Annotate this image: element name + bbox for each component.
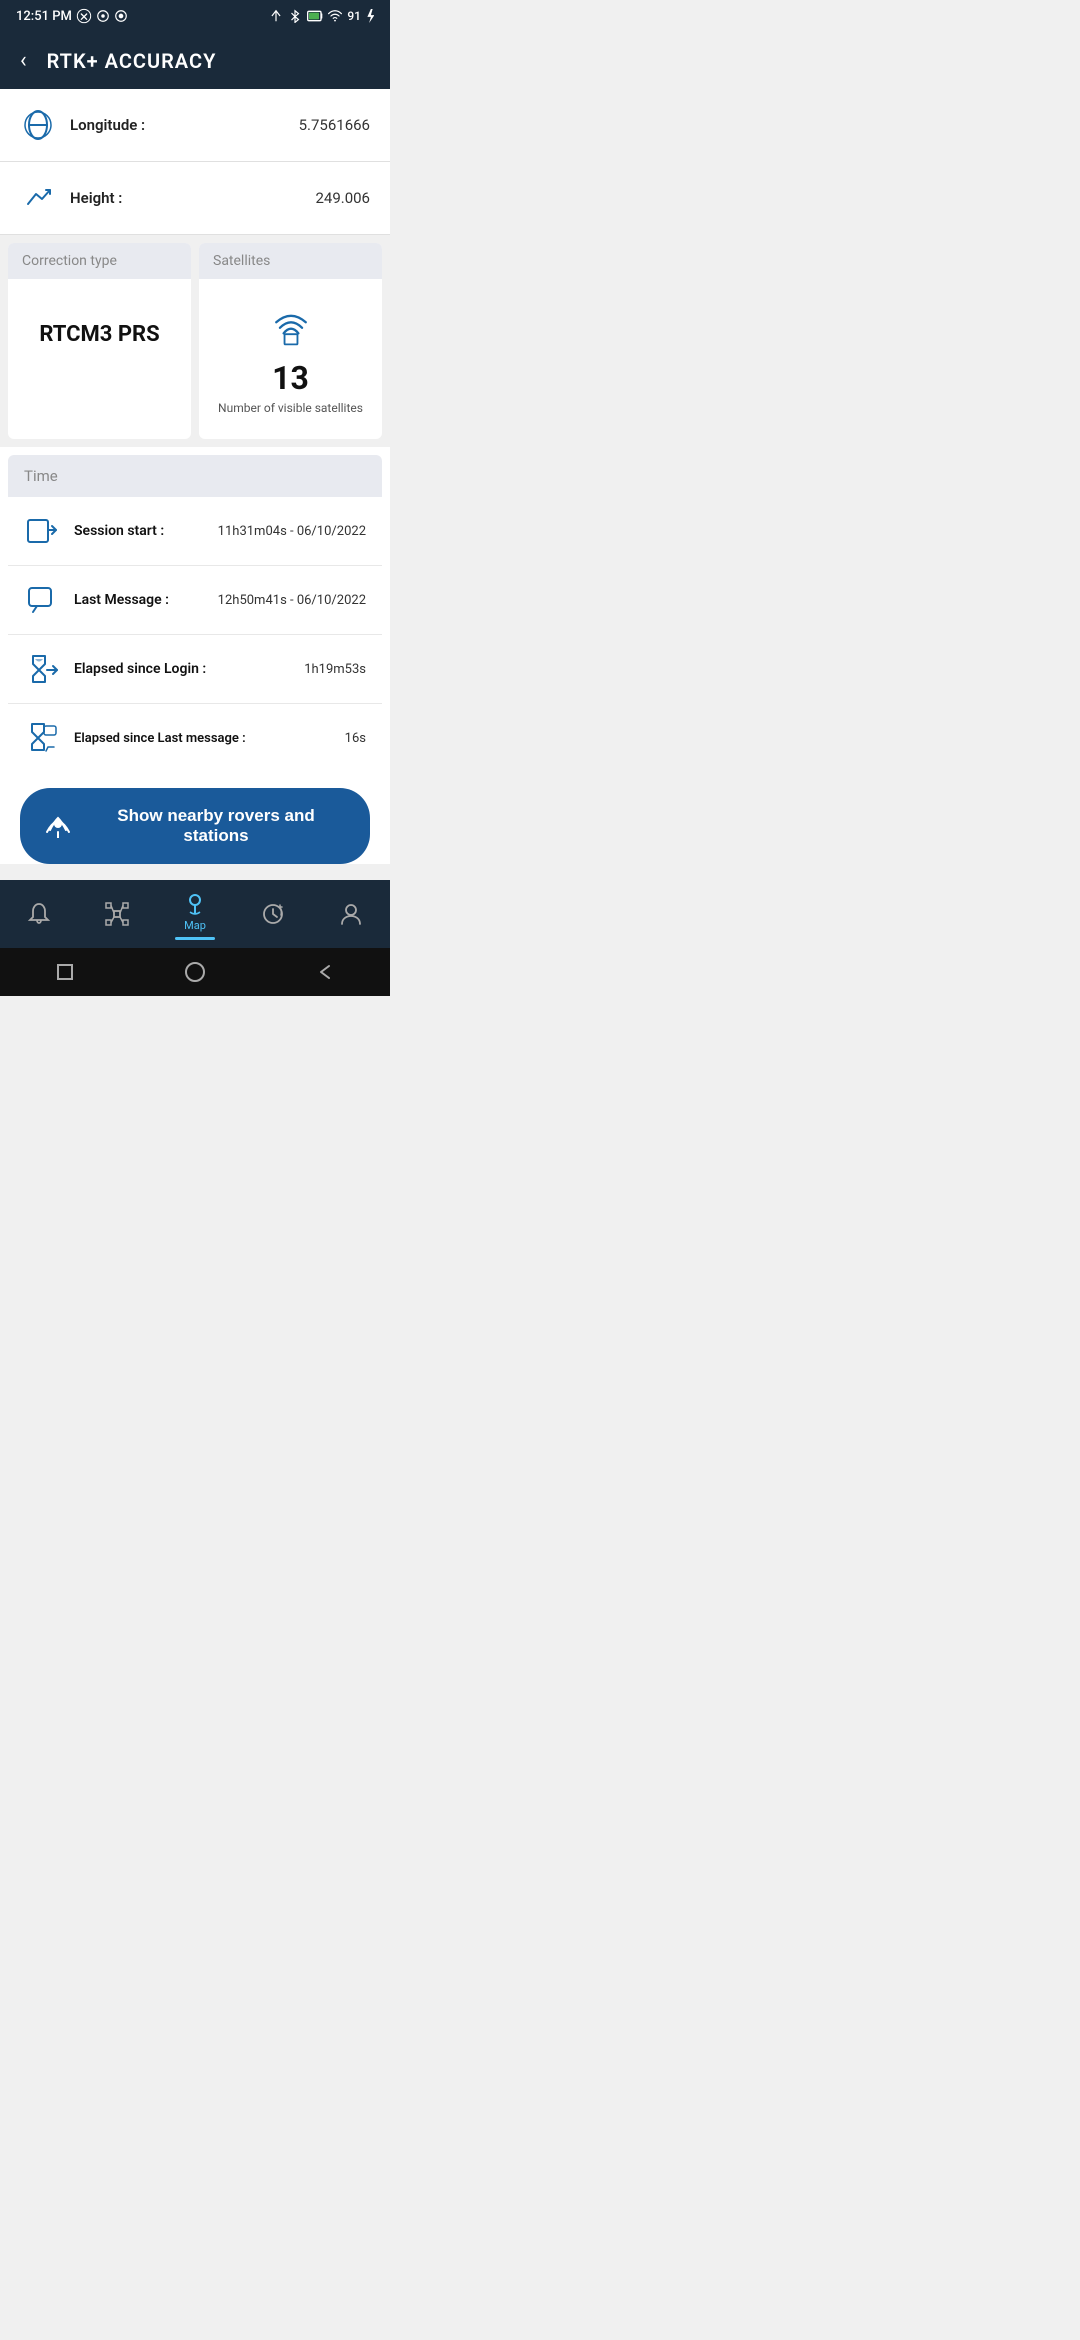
wifi-icon bbox=[328, 9, 342, 23]
height-value: 249.006 bbox=[315, 189, 370, 207]
bluetooth-icon bbox=[288, 9, 302, 23]
status-time: 12:51 PM bbox=[16, 9, 72, 24]
back-button[interactable]: ‹ bbox=[20, 48, 27, 73]
time-section: Time Session start : 11h31m04s - 06/10/2… bbox=[8, 455, 382, 772]
nav-profile[interactable] bbox=[312, 901, 390, 930]
battery-icon bbox=[307, 10, 323, 22]
page-title: RTK+ ACCURACY bbox=[47, 49, 217, 73]
bottom-nav: Map bbox=[0, 880, 390, 948]
show-nearby-icon bbox=[44, 810, 72, 843]
sys-back-button[interactable] bbox=[313, 960, 337, 984]
last-message-row: Last Message : 12h50m41s - 06/10/2022 bbox=[8, 566, 382, 635]
cards-row: Correction type RTCM3 PRS Satellites bbox=[0, 235, 390, 447]
nav-map-indicator bbox=[175, 937, 215, 940]
elapsed-login-icon bbox=[24, 651, 60, 687]
session-start-value: 11h31m04s - 06/10/2022 bbox=[218, 524, 366, 539]
sys-home-button[interactable] bbox=[183, 960, 207, 984]
mute-icon bbox=[76, 8, 92, 24]
satellite-count: 13 bbox=[272, 359, 309, 397]
satellites-header: Satellites bbox=[199, 243, 382, 279]
location-icon bbox=[269, 9, 283, 23]
elapsed-message-value: 16s bbox=[345, 731, 366, 746]
nav-network[interactable] bbox=[78, 901, 156, 930]
record-icon bbox=[114, 9, 128, 23]
nodes-icon bbox=[104, 901, 130, 927]
session-start-label: Session start : bbox=[74, 523, 218, 539]
satellite-label: Number of visible satellites bbox=[218, 401, 363, 415]
show-nearby-button[interactable]: Show nearby rovers and stations bbox=[20, 788, 370, 864]
time-header: Time bbox=[8, 455, 382, 497]
last-message-icon bbox=[24, 582, 60, 618]
elapsed-login-label: Elapsed since Login : bbox=[74, 661, 304, 677]
elapsed-message-label: Elapsed since Last message : bbox=[74, 731, 345, 746]
bell-icon bbox=[26, 901, 52, 927]
correction-type-body: RTCM3 PRS bbox=[8, 279, 191, 389]
nav-map[interactable]: Map bbox=[156, 890, 234, 940]
sys-square-button[interactable] bbox=[53, 960, 77, 984]
nav-history[interactable] bbox=[234, 901, 312, 930]
status-time-area: 12:51 PM bbox=[16, 8, 128, 24]
longitude-value: 5.7561666 bbox=[299, 116, 370, 134]
session-start-icon bbox=[24, 513, 60, 549]
elapsed-message-row: Elapsed since Last message : 16s bbox=[8, 704, 382, 772]
charging-icon bbox=[366, 9, 374, 23]
longitude-row: Longitude : 5.7561666 bbox=[0, 89, 390, 162]
last-message-value: 12h50m41s - 06/10/2022 bbox=[218, 593, 366, 608]
satellites-card: Satellites 13 Number of visible satellit… bbox=[199, 243, 382, 439]
height-icon bbox=[20, 180, 56, 216]
correction-type-header: Correction type bbox=[8, 243, 191, 279]
target-icon bbox=[96, 9, 110, 23]
nav-alerts[interactable] bbox=[0, 901, 78, 930]
satellites-body: 13 Number of visible satellites bbox=[199, 279, 382, 439]
system-nav bbox=[0, 948, 390, 996]
longitude-label: Longitude : bbox=[70, 116, 299, 134]
battery-percent: 91 bbox=[347, 9, 361, 23]
elapsed-login-value: 1h19m53s bbox=[304, 662, 366, 677]
session-start-row: Session start : 11h31m04s - 06/10/2022 bbox=[8, 497, 382, 566]
correction-type-card: Correction type RTCM3 PRS bbox=[8, 243, 191, 439]
app-header: ‹ RTK+ ACCURACY bbox=[0, 32, 390, 89]
height-label: Height : bbox=[70, 189, 315, 207]
height-row: Height : 249.006 bbox=[0, 162, 390, 235]
nav-map-label: Map bbox=[184, 919, 206, 932]
user-icon bbox=[338, 901, 364, 927]
longitude-icon bbox=[20, 107, 56, 143]
map-pin-icon bbox=[182, 890, 208, 916]
show-nearby-label: Show nearby rovers and stations bbox=[86, 806, 346, 846]
satellite-signal-icon bbox=[267, 303, 315, 351]
status-icons: 91 bbox=[269, 9, 374, 23]
clock-refresh-icon bbox=[260, 901, 286, 927]
main-content: Longitude : 5.7561666 Height : 249.006 C… bbox=[0, 89, 390, 864]
correction-type-value: RTCM3 PRS bbox=[39, 322, 159, 347]
status-bar: 12:51 PM 91 bbox=[0, 0, 390, 32]
elapsed-message-icon bbox=[24, 720, 60, 756]
elapsed-login-row: Elapsed since Login : 1h19m53s bbox=[8, 635, 382, 704]
last-message-label: Last Message : bbox=[74, 592, 218, 608]
